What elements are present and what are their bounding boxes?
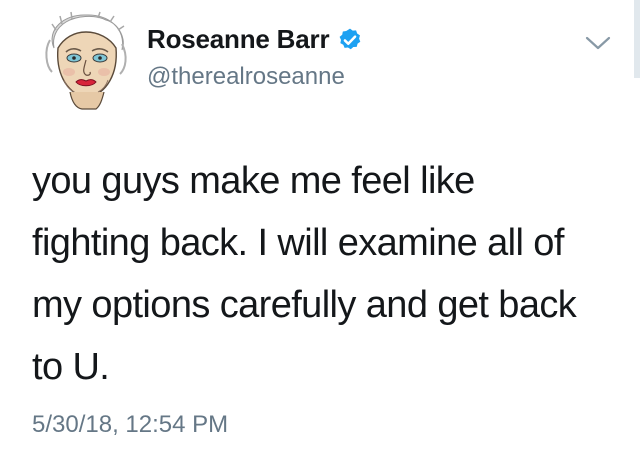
tweet-timestamp[interactable]: 5/30/18, 12:54 PM	[32, 411, 228, 439]
author-handle[interactable]: @therealroseanne	[147, 63, 345, 91]
avatar[interactable]	[36, 10, 136, 110]
tweet-card: Roseanne Barr @therealroseanne you guys …	[0, 0, 640, 452]
tweet-text: you guys make me feel like fighting back…	[32, 160, 577, 388]
verified-badge-icon	[339, 28, 361, 49]
chevron-down-icon[interactable]	[584, 34, 612, 52]
author-display-name[interactable]: Roseanne Barr	[147, 24, 330, 55]
scroll-edge	[634, 0, 640, 78]
author-row[interactable]: Roseanne Barr	[147, 24, 363, 55]
